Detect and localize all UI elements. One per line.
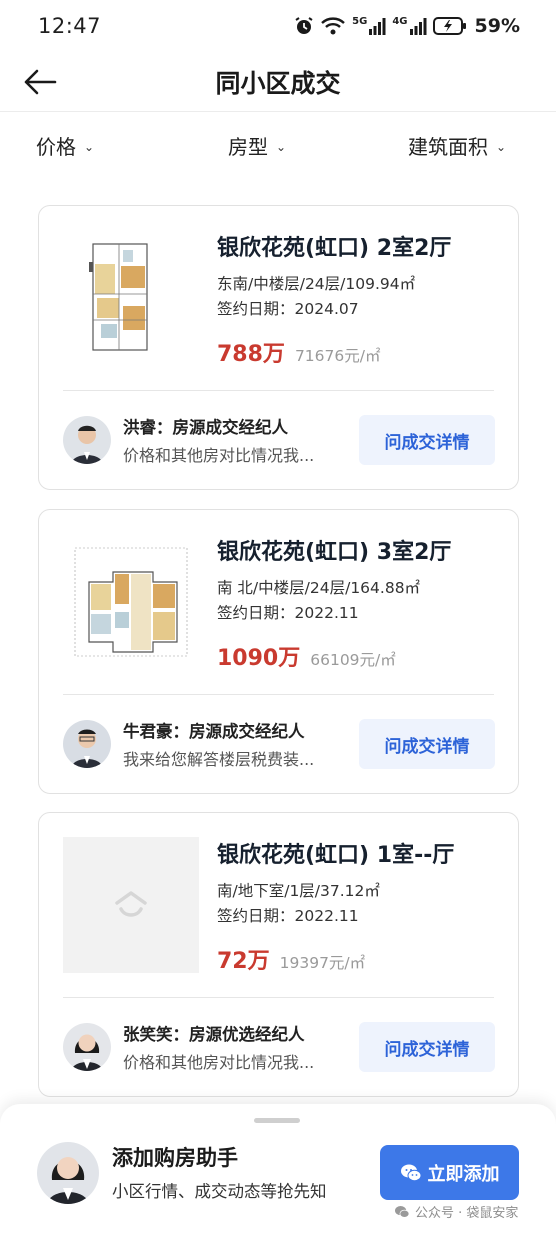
ask-deal-details-button[interactable]: 问成交详情	[359, 1022, 495, 1072]
listing-card[interactable]: 银欣花苑(虹口) 3室2厅 南 北/中楼层/24层/164.88㎡ 签约日期：2…	[38, 509, 519, 794]
chevron-down-icon: ⌄	[276, 139, 287, 154]
ask-deal-details-button[interactable]: 问成交详情	[359, 415, 495, 465]
signal-5g-icon: 5G	[352, 17, 386, 35]
listing-title: 银欣花苑(虹口) 3室2厅	[217, 540, 452, 565]
agent-message: 价格和其他房对比情况我...	[123, 1053, 315, 1072]
battery-percent: 59%	[474, 15, 520, 37]
agent-name: 洪睿：房源成交经纪人	[123, 418, 288, 437]
add-now-label: 立即添加	[427, 1163, 500, 1185]
listing-meta: 东南/中楼层/24层/109.94㎡	[217, 275, 416, 293]
listing-meta: 南/地下室/1层/37.12㎡	[217, 882, 380, 900]
listing-price: 788万 71676元/㎡	[217, 336, 380, 368]
battery-icon	[432, 16, 467, 36]
chevron-down-icon: ⌄	[496, 139, 507, 154]
listing-price: 1090万 66109元/㎡	[217, 640, 396, 672]
listing-date: 签约日期：2022.11	[217, 907, 359, 925]
network-4g-label: 4G	[392, 16, 408, 27]
filter-label: 建筑面积	[408, 135, 488, 159]
avatar[interactable]	[63, 416, 111, 464]
avatar[interactable]	[63, 720, 111, 768]
watermark: 公众号 · 袋鼠安家	[394, 1202, 518, 1221]
assistant-title: 添加购房助手	[112, 1146, 238, 1170]
page-title: 同小区成交	[215, 69, 341, 98]
listing-date: 签约日期：2022.11	[217, 604, 359, 622]
listing-title: 银欣花苑(虹口) 1室--厅	[217, 843, 455, 868]
floorplan-image	[63, 534, 199, 670]
drag-handle[interactable]	[254, 1118, 300, 1123]
listing-card[interactable]: 银欣花苑(虹口) 1室--厅 南/地下室/1层/37.12㎡ 签约日期：2022…	[38, 812, 519, 1097]
divider	[63, 997, 494, 998]
avatar[interactable]	[63, 1023, 111, 1071]
ask-deal-details-button[interactable]: 问成交详情	[359, 719, 495, 769]
unit-price: 71676元/㎡	[294, 347, 381, 365]
network-5g-label: 5G	[352, 16, 368, 27]
wechat-icon	[400, 1164, 421, 1181]
filter-label: 房型	[228, 135, 268, 159]
agent-message: 价格和其他房对比情况我...	[123, 446, 315, 465]
add-now-button[interactable]: 立即添加	[380, 1145, 519, 1200]
agent-message: 我来给您解答楼层税费装...	[123, 750, 315, 769]
status-bar: 12:47 5G 4G 59%	[0, 0, 556, 52]
status-icons: 5G 4G 59%	[294, 15, 520, 37]
assistant-bottom-sheet: 添加购房助手 小区行情、成交动态等抢先知 立即添加 公众号 · 袋鼠安家	[0, 1104, 556, 1235]
chevron-down-icon: ⌄	[84, 139, 95, 154]
agent-name: 张笑笑：房源优选经纪人	[123, 1025, 305, 1044]
unit-price: 19397元/㎡	[279, 954, 366, 972]
status-time: 12:47	[38, 14, 102, 38]
alarm-icon	[294, 16, 314, 36]
listing-meta: 南 北/中楼层/24层/164.88㎡	[217, 579, 421, 597]
listing-date: 签约日期：2024.07	[217, 300, 359, 318]
filter-label: 价格	[36, 135, 76, 159]
total-price: 72万	[217, 949, 270, 974]
unit-price: 66109元/㎡	[310, 651, 396, 669]
floorplan-image	[63, 230, 199, 366]
divider	[63, 694, 494, 695]
total-price: 788万	[217, 342, 285, 367]
listing-title: 银欣花苑(虹口) 2室2厅	[217, 236, 452, 261]
house-logo-icon	[115, 891, 147, 917]
filter-price[interactable]: 价格 ⌄	[36, 131, 94, 160]
listing-card[interactable]: 银欣花苑(虹口) 2室2厅 东南/中楼层/24层/109.94㎡ 签约日期：20…	[38, 205, 519, 490]
placeholder-image	[63, 837, 199, 973]
listing-price: 72万 19397元/㎡	[217, 943, 365, 975]
assistant-subtitle: 小区行情、成交动态等抢先知	[112, 1182, 327, 1201]
filter-area[interactable]: 建筑面积 ⌄	[408, 131, 506, 160]
wifi-icon	[320, 16, 346, 36]
avatar	[37, 1142, 99, 1204]
signal-4g-icon: 4G	[392, 16, 427, 35]
wechat-icon	[395, 1205, 410, 1218]
filter-bar: 价格 ⌄ 房型 ⌄ 建筑面积 ⌄	[0, 113, 556, 177]
nav-bar: 同小区成交	[0, 52, 556, 112]
watermark-text: 公众号 · 袋鼠安家	[415, 1206, 519, 1221]
divider	[63, 390, 494, 391]
agent-name: 牛君豪：房源成交经纪人	[123, 722, 305, 741]
total-price: 1090万	[217, 646, 301, 671]
filter-room-type[interactable]: 房型 ⌄	[228, 131, 286, 160]
